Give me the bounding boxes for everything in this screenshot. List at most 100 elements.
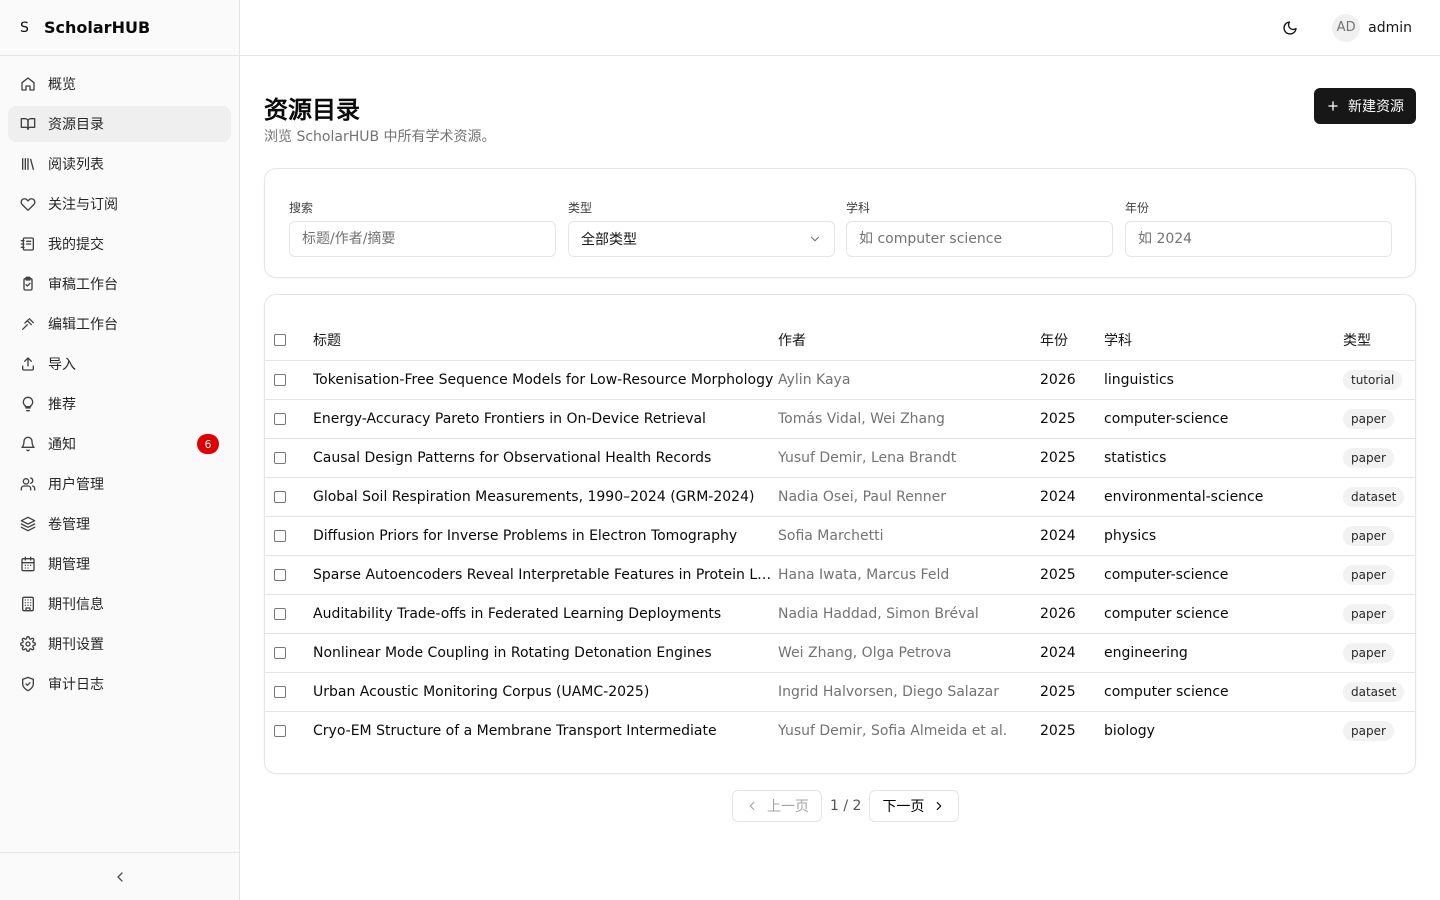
column-type[interactable]: 类型 <box>1343 320 1415 361</box>
row-year: 2026 <box>1040 360 1104 400</box>
new-resource-button[interactable]: 新建资源 <box>1314 88 1416 124</box>
row-checkbox[interactable] <box>274 529 286 542</box>
sidebar-item-gavel[interactable]: 编辑工作台 <box>8 306 231 342</box>
row-year: 2025 <box>1040 722 1076 739</box>
prev-page-button[interactable]: 上一页 <box>732 790 822 822</box>
type-badge: paper <box>1343 564 1394 585</box>
table-row[interactable]: Nonlinear Mode Coupling in Rotating Deto… <box>265 633 1415 673</box>
select-all-checkbox[interactable] <box>274 333 286 346</box>
theme-toggle-button[interactable] <box>1278 16 1302 40</box>
sidebar-item-layers[interactable]: 卷管理 <box>8 506 231 542</box>
table-row[interactable]: Diffusion Priors for Inverse Problems in… <box>265 516 1415 556</box>
lightbulb-icon <box>20 396 36 412</box>
sidebar-item-heart[interactable]: 关注与订阅 <box>8 186 231 222</box>
table-row[interactable]: Causal Design Patterns for Observational… <box>265 438 1415 478</box>
row-title[interactable]: Auditability Trade-offs in Federated Lea… <box>313 594 778 634</box>
row-type-cell: paper <box>1343 399 1415 439</box>
sidebar-item-gear[interactable]: 期刊设置 <box>8 626 231 662</box>
table-row[interactable]: Sparse Autoencoders Reveal Interpretable… <box>265 555 1415 595</box>
table-row[interactable]: Energy-Accuracy Pareto Frontiers in On-D… <box>265 399 1415 439</box>
row-subject: engineering <box>1104 633 1343 673</box>
chevron-left-icon <box>116 871 123 882</box>
table-row[interactable]: Global Soil Respiration Measurements, 19… <box>265 477 1415 517</box>
users-icon <box>20 476 36 492</box>
column-author[interactable]: 作者 <box>778 320 1040 361</box>
row-title[interactable]: Nonlinear Mode Coupling in Rotating Deto… <box>313 633 778 673</box>
sidebar-item-lightbulb[interactable]: 推荐 <box>8 386 231 422</box>
avatar[interactable]: AD <box>1332 13 1361 42</box>
row-subject: environmental-science <box>1104 477 1343 517</box>
row-checkbox[interactable] <box>274 412 286 425</box>
row-checkbox[interactable] <box>274 607 286 620</box>
column-subject[interactable]: 学科 <box>1104 320 1343 361</box>
row-title[interactable]: Diffusion Priors for Inverse Problems in… <box>313 516 778 556</box>
sidebar-item-label: 审计日志 <box>48 677 104 693</box>
layers-icon <box>20 516 36 532</box>
row-author: Tomás Vidal, Wei Zhang <box>778 399 1040 439</box>
sidebar-item-library[interactable]: 阅读列表 <box>8 146 231 182</box>
row-checkbox[interactable] <box>274 646 286 659</box>
column-year[interactable]: 年份 <box>1040 320 1104 361</box>
next-page-button[interactable]: 下一页 <box>869 790 960 822</box>
subject-input[interactable] <box>846 221 1113 257</box>
row-title[interactable]: Urban Acoustic Monitoring Corpus (UAMC-2… <box>313 672 778 712</box>
row-checkbox[interactable] <box>274 724 286 737</box>
sidebar-item-label: 概览 <box>48 77 76 93</box>
row-subject: computer science <box>1104 672 1343 712</box>
row-subject: linguistics <box>1104 360 1343 400</box>
row-title[interactable]: Cryo-EM Structure of a Membrane Transpor… <box>313 711 778 750</box>
sidebar-item-book-open[interactable]: 资源目录 <box>8 106 231 142</box>
year-input[interactable] <box>1125 221 1392 257</box>
row-title[interactable]: Global Soil Respiration Measurements, 19… <box>313 477 778 517</box>
row-title[interactable]: Energy-Accuracy Pareto Frontiers in On-D… <box>313 399 778 439</box>
row-select-cell <box>265 360 313 400</box>
brand[interactable]: S ScholarHUB <box>0 0 239 56</box>
row-type-cell: paper <box>1343 516 1415 556</box>
sidebar-item-clipboard-check[interactable]: 审稿工作台 <box>8 266 231 302</box>
search-input[interactable] <box>289 221 556 257</box>
row-title[interactable]: Sparse Autoencoders Reveal Interpretable… <box>313 555 778 595</box>
type-badge: tutorial <box>1343 369 1403 390</box>
page-title: 资源目录 <box>264 96 360 124</box>
row-checkbox[interactable] <box>274 490 286 503</box>
table-body: Tokenisation-Free Sequence Models for Lo… <box>265 360 1415 750</box>
clipboard-check-icon <box>20 276 36 292</box>
row-checkbox[interactable] <box>274 568 286 581</box>
sidebar-item-upload[interactable]: 导入 <box>8 346 231 382</box>
sidebar-item-label: 我的提交 <box>48 237 104 253</box>
sidebar-item-label: 关注与订阅 <box>48 197 118 213</box>
type-badge: paper <box>1343 408 1394 429</box>
collapse-sidebar-button[interactable] <box>0 852 239 900</box>
row-subject: statistics <box>1104 438 1343 478</box>
table-row[interactable]: Cryo-EM Structure of a Membrane Transpor… <box>265 711 1415 750</box>
row-author: Ingrid Halvorsen, Diego Salazar <box>778 672 1040 712</box>
column-title[interactable]: 标题 <box>313 320 778 361</box>
sidebar-item-home[interactable]: 概览 <box>8 66 231 102</box>
row-type-cell: paper <box>1343 633 1415 673</box>
row-checkbox[interactable] <box>274 373 286 386</box>
row-select-cell <box>265 438 313 478</box>
username[interactable]: admin <box>1368 20 1412 36</box>
sidebar-item-calendar[interactable]: 期管理 <box>8 546 231 582</box>
type-select[interactable]: 全部类型 <box>568 221 835 257</box>
row-checkbox[interactable] <box>274 451 286 464</box>
table-row[interactable]: Auditability Trade-offs in Federated Lea… <box>265 594 1415 634</box>
row-select-cell <box>265 516 313 556</box>
table-row[interactable]: Tokenisation-Free Sequence Models for Lo… <box>265 360 1415 400</box>
next-page-label: 下一页 <box>882 799 925 815</box>
sidebar-item-users[interactable]: 用户管理 <box>8 466 231 502</box>
sidebar-item-shield-check[interactable]: 审计日志 <box>8 666 231 702</box>
sidebar-item-bell[interactable]: 通知 6 <box>8 426 231 462</box>
row-title[interactable]: Tokenisation-Free Sequence Models for Lo… <box>313 360 778 400</box>
sidebar-item-label: 导入 <box>48 357 76 373</box>
sidebar-item-notebook[interactable]: 我的提交 <box>8 226 231 262</box>
row-title[interactable]: Causal Design Patterns for Observational… <box>313 438 778 478</box>
moon-icon <box>1283 20 1297 35</box>
sidebar-item-building[interactable]: 期刊信息 <box>8 586 231 622</box>
row-type-cell: tutorial <box>1343 360 1415 400</box>
row-checkbox[interactable] <box>274 685 286 698</box>
table-row[interactable]: Urban Acoustic Monitoring Corpus (UAMC-2… <box>265 672 1415 712</box>
row-year: 2026 <box>1040 594 1104 634</box>
library-icon <box>20 156 36 172</box>
type-field: 类型 全部类型 <box>568 199 835 257</box>
